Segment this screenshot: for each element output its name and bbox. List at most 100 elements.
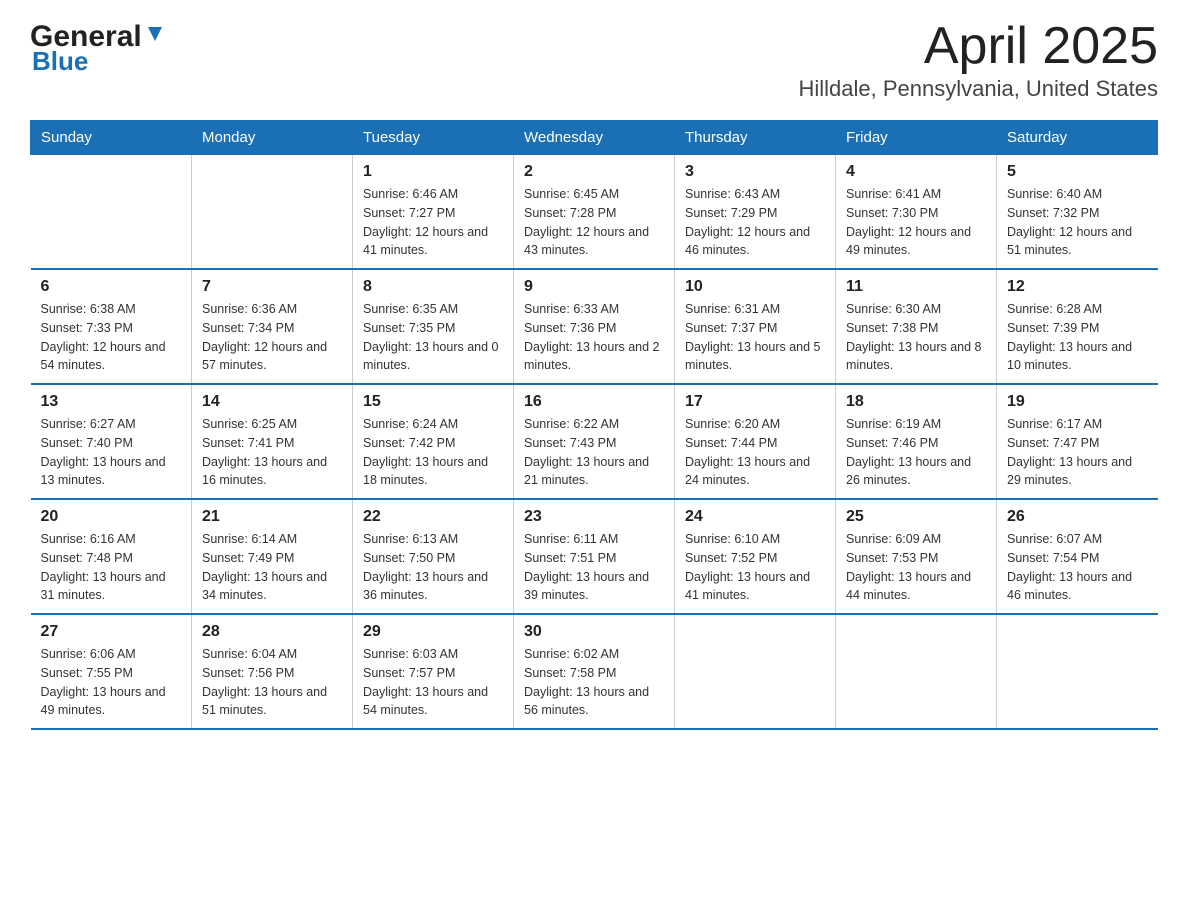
day-number: 6 — [41, 278, 182, 296]
day-number: 18 — [846, 393, 986, 411]
week-row-3: 13 Sunrise: 6:27 AM Sunset: 7:40 PM Dayli… — [31, 384, 1158, 499]
day-info: Sunrise: 6:07 AM Sunset: 7:54 PM Dayligh… — [1007, 530, 1148, 605]
calendar-cell: 4 Sunrise: 6:41 AM Sunset: 7:30 PM Daylig… — [836, 155, 997, 270]
day-info: Sunrise: 6:28 AM Sunset: 7:39 PM Dayligh… — [1007, 300, 1148, 375]
day-info: Sunrise: 6:41 AM Sunset: 7:30 PM Dayligh… — [846, 185, 986, 260]
day-info: Sunrise: 6:46 AM Sunset: 7:27 PM Dayligh… — [363, 185, 503, 260]
day-info: Sunrise: 6:33 AM Sunset: 7:36 PM Dayligh… — [524, 300, 664, 375]
day-number: 9 — [524, 278, 664, 296]
calendar-cell: 20Sunrise: 6:16 AM Sunset: 7:48 PM Dayli… — [31, 499, 192, 614]
day-number: 28 — [202, 623, 342, 641]
day-info: Sunrise: 6:13 AM Sunset: 7:50 PM Dayligh… — [363, 530, 503, 605]
day-number: 5 — [1007, 163, 1148, 181]
day-number: 16 — [524, 393, 664, 411]
calendar-cell: 30Sunrise: 6:02 AM Sunset: 7:58 PM Dayli… — [514, 614, 675, 729]
calendar-cell: 17 Sunrise: 6:20 AM Sunset: 7:44 PM Dayli… — [675, 384, 836, 499]
calendar-cell: 14 Sunrise: 6:25 AM Sunset: 7:41 PM Dayli… — [192, 384, 353, 499]
calendar-cell: 6 Sunrise: 6:38 AM Sunset: 7:33 PM Daylig… — [31, 269, 192, 384]
day-number: 10 — [685, 278, 825, 296]
calendar-cell: 19 Sunrise: 6:17 AM Sunset: 7:47 PM Dayli… — [997, 384, 1158, 499]
day-info: Sunrise: 6:40 AM Sunset: 7:32 PM Dayligh… — [1007, 185, 1148, 260]
day-number: 11 — [846, 278, 986, 296]
day-number: 4 — [846, 163, 986, 181]
day-number: 2 — [524, 163, 664, 181]
page-header: General Blue April 2025 Hilldale, Pennsy… — [30, 20, 1158, 102]
calendar-cell: 15Sunrise: 6:24 AM Sunset: 7:42 PM Dayli… — [353, 384, 514, 499]
day-number: 29 — [363, 623, 503, 641]
logo-blue-text: Blue — [32, 46, 88, 77]
calendar-cell: 22 Sunrise: 6:13 AM Sunset: 7:50 PM Dayli… — [353, 499, 514, 614]
calendar-cell: 26 Sunrise: 6:07 AM Sunset: 7:54 PM Dayli… — [997, 499, 1158, 614]
calendar-cell: 29 Sunrise: 6:03 AM Sunset: 7:57 PM Dayli… — [353, 614, 514, 729]
calendar-cell — [675, 614, 836, 729]
day-info: Sunrise: 6:09 AM Sunset: 7:53 PM Dayligh… — [846, 530, 986, 605]
calendar-cell: 23 Sunrise: 6:11 AM Sunset: 7:51 PM Dayli… — [514, 499, 675, 614]
day-number: 1 — [363, 163, 503, 181]
header-tuesday: Tuesday — [353, 121, 514, 155]
calendar-cell: 9 Sunrise: 6:33 AM Sunset: 7:36 PM Daylig… — [514, 269, 675, 384]
calendar-cell: 10 Sunrise: 6:31 AM Sunset: 7:37 PM Dayli… — [675, 269, 836, 384]
calendar-cell: 24 Sunrise: 6:10 AM Sunset: 7:52 PM Dayli… — [675, 499, 836, 614]
calendar-cell: 5 Sunrise: 6:40 AM Sunset: 7:32 PM Daylig… — [997, 155, 1158, 270]
header-monday: Monday — [192, 121, 353, 155]
day-number: 21 — [202, 508, 342, 526]
header-friday: Friday — [836, 121, 997, 155]
day-number: 26 — [1007, 508, 1148, 526]
calendar-cell: 16 Sunrise: 6:22 AM Sunset: 7:43 PM Dayli… — [514, 384, 675, 499]
week-row-4: 20Sunrise: 6:16 AM Sunset: 7:48 PM Dayli… — [31, 499, 1158, 614]
day-number: 22 — [363, 508, 503, 526]
day-number: 25 — [846, 508, 986, 526]
day-info: Sunrise: 6:22 AM Sunset: 7:43 PM Dayligh… — [524, 415, 664, 490]
calendar-cell: 21 Sunrise: 6:14 AM Sunset: 7:49 PM Dayli… — [192, 499, 353, 614]
header-sunday: Sunday — [31, 121, 192, 155]
day-info: Sunrise: 6:31 AM Sunset: 7:37 PM Dayligh… — [685, 300, 825, 375]
day-info: Sunrise: 6:35 AM Sunset: 7:35 PM Dayligh… — [363, 300, 503, 375]
day-number: 23 — [524, 508, 664, 526]
calendar-cell: 28Sunrise: 6:04 AM Sunset: 7:56 PM Dayli… — [192, 614, 353, 729]
day-info: Sunrise: 6:38 AM Sunset: 7:33 PM Dayligh… — [41, 300, 182, 375]
day-info: Sunrise: 6:20 AM Sunset: 7:44 PM Dayligh… — [685, 415, 825, 490]
day-number: 12 — [1007, 278, 1148, 296]
day-info: Sunrise: 6:30 AM Sunset: 7:38 PM Dayligh… — [846, 300, 986, 375]
day-number: 19 — [1007, 393, 1148, 411]
day-number: 13 — [41, 393, 182, 411]
week-row-1: 1 Sunrise: 6:46 AM Sunset: 7:27 PM Daylig… — [31, 155, 1158, 270]
calendar-cell — [997, 614, 1158, 729]
calendar-subtitle: Hilldale, Pennsylvania, United States — [798, 76, 1158, 102]
day-number: 14 — [202, 393, 342, 411]
day-number: 7 — [202, 278, 342, 296]
calendar-cell: 2 Sunrise: 6:45 AM Sunset: 7:28 PM Daylig… — [514, 155, 675, 270]
logo: General Blue — [30, 20, 166, 77]
calendar-cell: 11 Sunrise: 6:30 AM Sunset: 7:38 PM Dayli… — [836, 269, 997, 384]
day-info: Sunrise: 6:43 AM Sunset: 7:29 PM Dayligh… — [685, 185, 825, 260]
day-info: Sunrise: 6:11 AM Sunset: 7:51 PM Dayligh… — [524, 530, 664, 605]
day-info: Sunrise: 6:45 AM Sunset: 7:28 PM Dayligh… — [524, 185, 664, 260]
header-thursday: Thursday — [675, 121, 836, 155]
calendar-cell — [836, 614, 997, 729]
day-info: Sunrise: 6:16 AM Sunset: 7:48 PM Dayligh… — [41, 530, 182, 605]
header-wednesday: Wednesday — [514, 121, 675, 155]
week-row-2: 6 Sunrise: 6:38 AM Sunset: 7:33 PM Daylig… — [31, 269, 1158, 384]
day-number: 8 — [363, 278, 503, 296]
calendar-cell — [192, 155, 353, 270]
calendar-cell: 12 Sunrise: 6:28 AM Sunset: 7:39 PM Dayli… — [997, 269, 1158, 384]
calendar-cell: 1 Sunrise: 6:46 AM Sunset: 7:27 PM Daylig… — [353, 155, 514, 270]
day-number: 17 — [685, 393, 825, 411]
calendar-cell: 18Sunrise: 6:19 AM Sunset: 7:46 PM Dayli… — [836, 384, 997, 499]
day-number: 24 — [685, 508, 825, 526]
day-info: Sunrise: 6:17 AM Sunset: 7:47 PM Dayligh… — [1007, 415, 1148, 490]
day-info: Sunrise: 6:36 AM Sunset: 7:34 PM Dayligh… — [202, 300, 342, 375]
calendar-cell: 13 Sunrise: 6:27 AM Sunset: 7:40 PM Dayli… — [31, 384, 192, 499]
calendar-cell: 27Sunrise: 6:06 AM Sunset: 7:55 PM Dayli… — [31, 614, 192, 729]
header-saturday: Saturday — [997, 121, 1158, 155]
day-info: Sunrise: 6:10 AM Sunset: 7:52 PM Dayligh… — [685, 530, 825, 605]
day-info: Sunrise: 6:03 AM Sunset: 7:57 PM Dayligh… — [363, 645, 503, 720]
day-info: Sunrise: 6:27 AM Sunset: 7:40 PM Dayligh… — [41, 415, 182, 490]
day-number: 3 — [685, 163, 825, 181]
day-info: Sunrise: 6:14 AM Sunset: 7:49 PM Dayligh… — [202, 530, 342, 605]
calendar-cell: 25 Sunrise: 6:09 AM Sunset: 7:53 PM Dayli… — [836, 499, 997, 614]
day-info: Sunrise: 6:06 AM Sunset: 7:55 PM Dayligh… — [41, 645, 182, 720]
calendar-cell: 3 Sunrise: 6:43 AM Sunset: 7:29 PM Daylig… — [675, 155, 836, 270]
day-info: Sunrise: 6:25 AM Sunset: 7:41 PM Dayligh… — [202, 415, 342, 490]
weekday-header-row: Sunday Monday Tuesday Wednesday Thursday… — [31, 121, 1158, 155]
